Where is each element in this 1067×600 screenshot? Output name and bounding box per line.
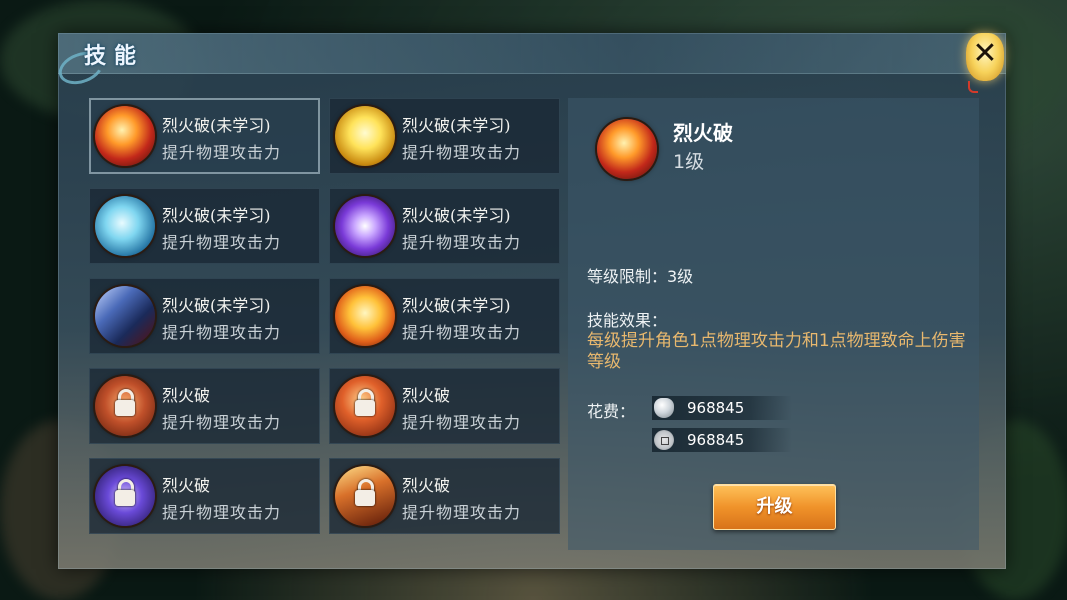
purple-orb-icon xyxy=(335,196,395,256)
effect-label: 技能效果： xyxy=(587,311,668,330)
fire-slash-icon xyxy=(597,119,657,179)
skill-card[interactable]: 烈火破(未学习) 提升物理攻击力 xyxy=(89,98,320,174)
cost-copper: 968845 xyxy=(652,428,792,452)
locked-skill-icon xyxy=(335,376,395,436)
skill-desc: 提升物理攻击力 xyxy=(402,503,522,522)
golden-sword-icon xyxy=(335,106,395,166)
close-icon: ✕ xyxy=(972,36,998,71)
panel-header: 技能 xyxy=(54,33,1006,90)
cost-value: 968845 xyxy=(687,399,745,417)
fire-burst-icon xyxy=(335,286,395,346)
skill-name: 烈火破(未学习) xyxy=(162,296,271,315)
skill-list: 烈火破(未学习) 提升物理攻击力 烈火破(未学习) 提升物理攻击力 烈火破(未学… xyxy=(89,98,562,550)
silver-ingot-icon xyxy=(654,398,674,418)
cost-silver: 968845 xyxy=(652,396,792,420)
fire-slash-icon xyxy=(95,106,155,166)
skill-name: 烈火破(未学习) xyxy=(402,296,511,315)
level-requirement: 等级限制：3级 xyxy=(587,267,694,286)
skill-name: 烈火破(未学习) xyxy=(162,116,271,135)
skill-card[interactable]: 烈火破(未学习) 提升物理攻击力 xyxy=(89,278,320,354)
cost-value: 968845 xyxy=(687,431,745,449)
skill-card[interactable]: 烈火破(未学习) 提升物理攻击力 xyxy=(329,98,560,174)
skill-desc: 提升物理攻击力 xyxy=(402,143,522,162)
skill-desc: 提升物理攻击力 xyxy=(162,413,282,432)
skill-name: 烈火破 xyxy=(402,476,451,495)
panel-title: 技能 xyxy=(84,44,145,69)
skill-name: 烈火破(未学习) xyxy=(402,116,511,135)
skill-card[interactable]: 烈火破(未学习) 提升物理攻击力 xyxy=(89,188,320,264)
tassel-icon xyxy=(968,81,978,93)
skill-card[interactable]: 烈火破(未学习) 提升物理攻击力 xyxy=(329,188,560,264)
skill-card[interactable]: 烈火破 提升物理攻击力 xyxy=(329,368,560,444)
cost-label: 花费： xyxy=(587,402,636,421)
locked-skill-icon xyxy=(335,466,395,526)
locked-skill-icon xyxy=(95,466,155,526)
skill-card[interactable]: 烈火破 提升物理攻击力 xyxy=(89,368,320,444)
skill-desc: 提升物理攻击力 xyxy=(402,323,522,342)
skill-card[interactable]: 烈火破 提升物理攻击力 xyxy=(89,458,320,534)
skill-name: 烈火破 xyxy=(402,386,451,405)
skill-card[interactable]: 烈火破 提升物理攻击力 xyxy=(329,458,560,534)
skill-name: 烈火破(未学习) xyxy=(162,206,271,225)
blade-icon xyxy=(95,286,155,346)
detail-skill-name: 烈火破 xyxy=(673,121,733,145)
skill-desc: 提升物理攻击力 xyxy=(162,233,282,252)
copper-coin-icon xyxy=(654,430,674,450)
skill-desc: 提升物理攻击力 xyxy=(402,233,522,252)
upgrade-button[interactable]: 升级 xyxy=(713,484,836,530)
detail-skill-level: 1级 xyxy=(673,151,705,173)
skill-desc: 提升物理攻击力 xyxy=(162,503,282,522)
blue-bird-icon xyxy=(95,196,155,256)
skill-name: 烈火破 xyxy=(162,476,211,495)
skill-card[interactable]: 烈火破(未学习) 提升物理攻击力 xyxy=(329,278,560,354)
skill-name: 烈火破 xyxy=(162,386,211,405)
close-button[interactable]: ✕ xyxy=(962,33,1008,93)
effect-text: 每级提升角色1点物理攻击力和1点物理致命上伤害等级 xyxy=(587,331,966,372)
skill-desc: 提升物理攻击力 xyxy=(162,323,282,342)
locked-skill-icon xyxy=(95,376,155,436)
skill-desc: 提升物理攻击力 xyxy=(162,143,282,162)
skill-name: 烈火破(未学习) xyxy=(402,206,511,225)
skill-desc: 提升物理攻击力 xyxy=(402,413,522,432)
